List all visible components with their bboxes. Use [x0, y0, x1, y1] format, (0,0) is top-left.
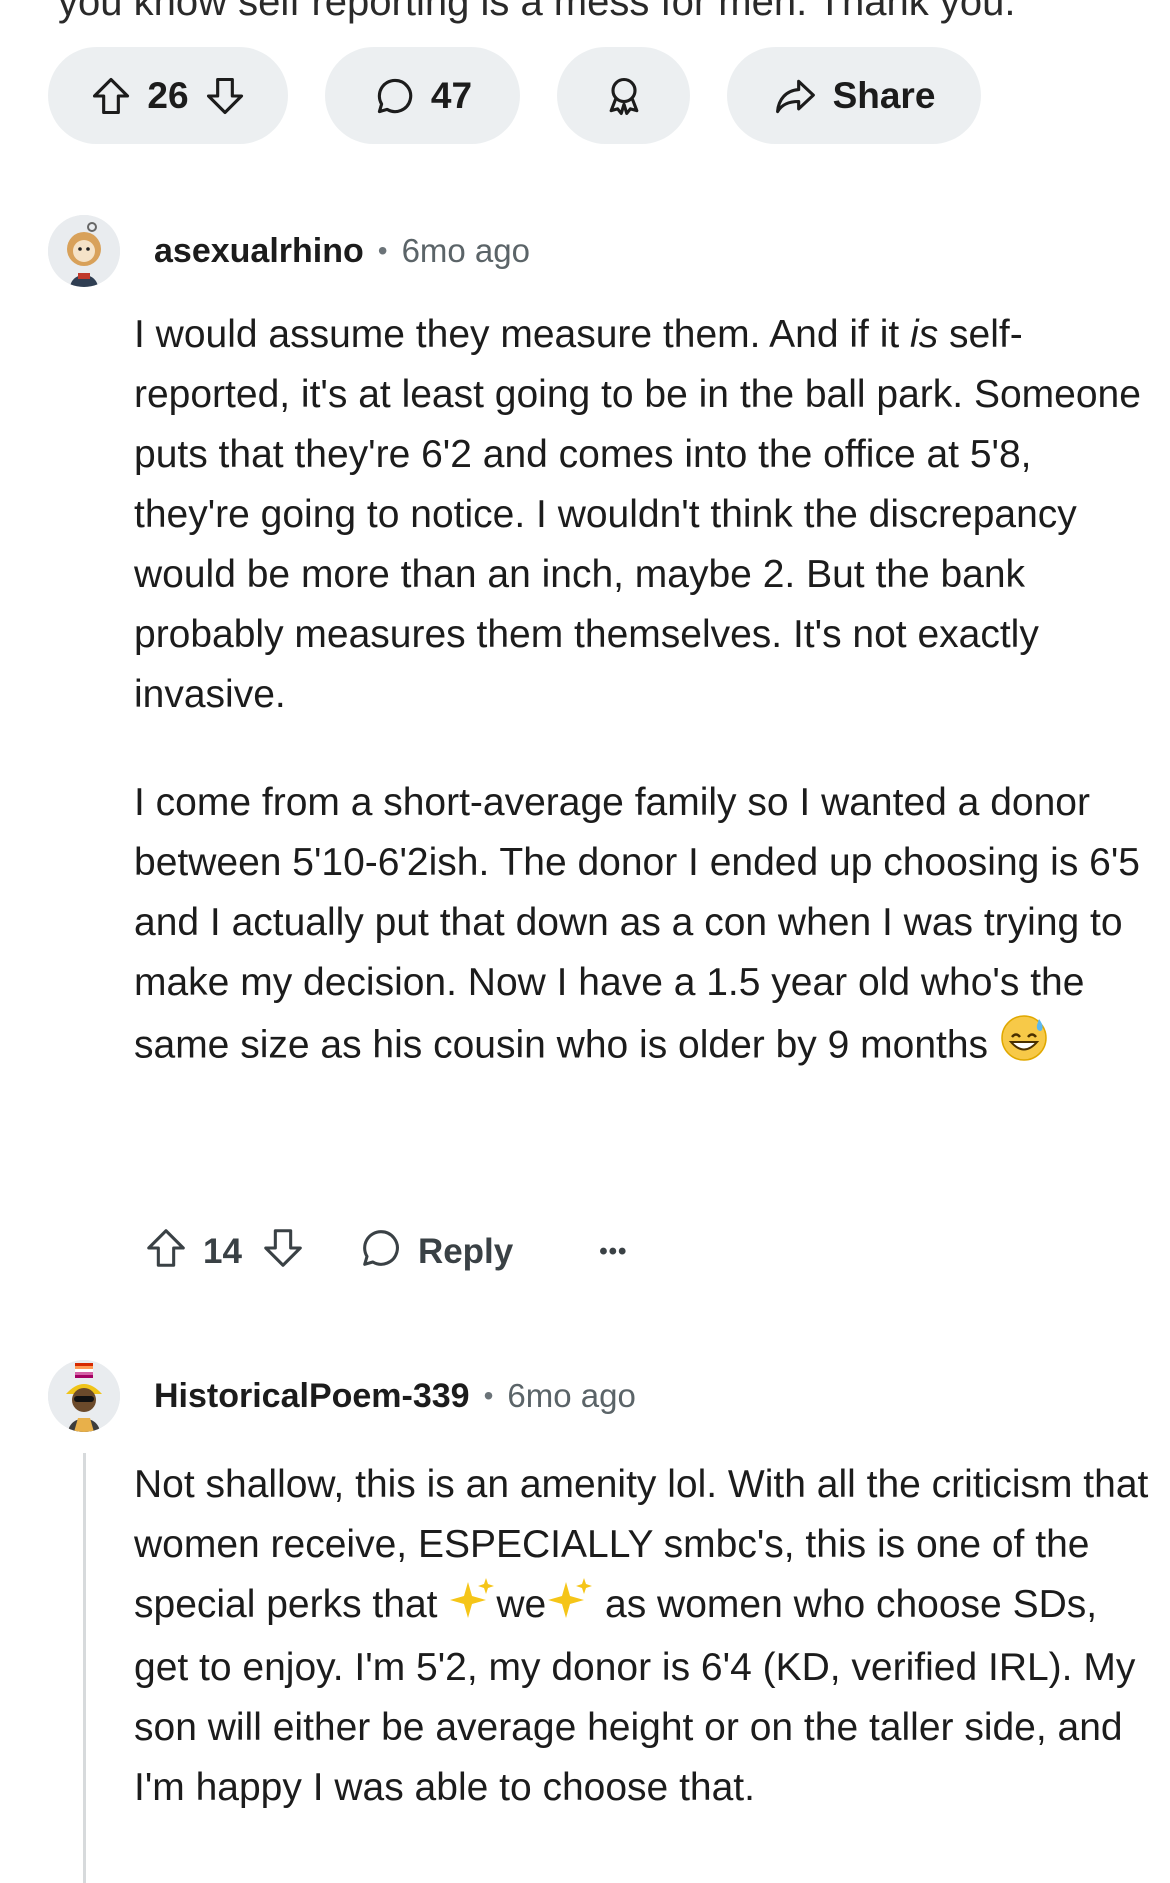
- award-icon: [602, 74, 646, 118]
- meta-separator: •: [377, 235, 388, 266]
- downvote-icon[interactable]: [260, 1225, 306, 1280]
- reply-label: Reply: [417, 1232, 514, 1271]
- avatar[interactable]: [48, 1360, 120, 1432]
- share-arrow-icon: [773, 74, 817, 118]
- comment-body: Not shallow, this is an amenity lol. Wit…: [134, 1455, 1154, 1818]
- emphasis-text: is: [910, 313, 939, 356]
- comment-paragraph: I come from a short-average family so I …: [134, 773, 1144, 1081]
- comment-time: 6mo ago: [401, 232, 530, 269]
- sparkle-word: we: [496, 1583, 547, 1626]
- comment-vote-count: 14: [203, 1232, 242, 1271]
- comment-meta: HistoricalPoem-339 • 6mo ago: [48, 1360, 636, 1432]
- comment-author[interactable]: asexualrhino: [154, 232, 364, 271]
- grinning-sweat-emoji-icon: [999, 1013, 1049, 1081]
- comment-body: I would assume they measure them. And if…: [134, 305, 1144, 1081]
- thread-line[interactable]: [83, 1453, 86, 1883]
- comment-paragraph: I would assume they measure them. And if…: [134, 305, 1144, 725]
- post-vote-count: 26: [147, 74, 189, 116]
- post-vote-pill: 26: [48, 47, 288, 144]
- upvote-icon[interactable]: [143, 1225, 189, 1280]
- comment-action-bar: 14 Reply •••: [143, 1222, 627, 1282]
- share-label: Share: [832, 74, 936, 116]
- text-run: self-reported, it's at least going to be…: [134, 313, 1141, 716]
- text-run: I would assume they measure them. And if…: [134, 313, 911, 356]
- share-button[interactable]: Share: [727, 47, 981, 144]
- text-run: I come from a short-average family so I …: [134, 781, 1141, 1067]
- post-action-bar: 26 47 Share: [48, 47, 981, 144]
- more-options-button[interactable]: •••: [599, 1238, 627, 1266]
- sparkles-icon: [546, 1576, 594, 1638]
- downvote-icon[interactable]: [203, 74, 247, 118]
- reply-button[interactable]: Reply: [358, 1225, 513, 1280]
- comment-bubble-icon: [373, 74, 417, 118]
- comments-button[interactable]: 47: [325, 47, 520, 144]
- award-button[interactable]: [557, 47, 690, 144]
- comment-paragraph: Not shallow, this is an amenity lol. Wit…: [134, 1455, 1154, 1818]
- meta-separator: •: [483, 1380, 494, 1411]
- comment-author[interactable]: HistoricalPoem-339: [154, 1377, 470, 1416]
- post-body-cut: you know self reporting is a mess for me…: [58, 0, 1016, 24]
- comment-meta: asexualrhino • 6mo ago: [48, 215, 530, 287]
- reply-bubble-icon: [358, 1225, 404, 1280]
- avatar[interactable]: [48, 215, 120, 287]
- sparkles-icon: [448, 1576, 496, 1638]
- comment-time: 6mo ago: [507, 1377, 636, 1414]
- comment-count: 47: [430, 74, 473, 116]
- upvote-icon[interactable]: [89, 74, 133, 118]
